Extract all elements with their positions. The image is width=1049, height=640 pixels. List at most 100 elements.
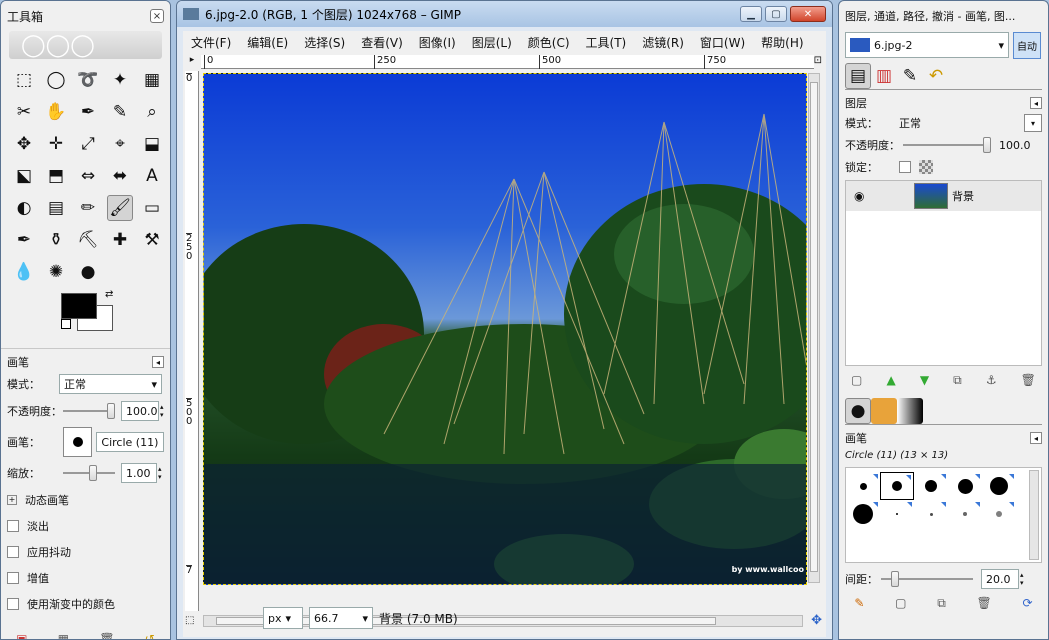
menu-item[interactable]: 窗口(W) bbox=[700, 34, 745, 51]
toolbox-close-button[interactable]: × bbox=[150, 9, 164, 23]
spacing-field[interactable]: 20.0 bbox=[981, 569, 1019, 589]
foreground-color-swatch[interactable] bbox=[61, 293, 97, 319]
tool-icon[interactable]: ▭ bbox=[139, 195, 165, 221]
menu-item[interactable]: 帮助(H) bbox=[761, 34, 803, 51]
brush-item[interactable] bbox=[846, 500, 880, 528]
paths-tab-icon[interactable]: ✎ bbox=[897, 63, 923, 89]
brush-item[interactable] bbox=[914, 472, 948, 500]
tool-icon[interactable]: ⚱ bbox=[43, 227, 69, 253]
tool-icon[interactable]: ⌖ bbox=[107, 131, 133, 157]
image-select[interactable]: 6.jpg-2 ▾ bbox=[845, 32, 1009, 58]
menu-item[interactable]: 图像(I) bbox=[419, 34, 456, 51]
reset-options-icon[interactable]: ↺ bbox=[145, 632, 155, 639]
tool-icon[interactable]: ✂ bbox=[11, 99, 37, 125]
tool-icon[interactable]: ▦ bbox=[139, 67, 165, 93]
brush-item[interactable] bbox=[948, 472, 982, 500]
tool-icon[interactable]: ✦ bbox=[107, 67, 133, 93]
lower-layer-icon[interactable]: ▼ bbox=[920, 373, 929, 387]
unit-select[interactable]: px ▾ bbox=[263, 607, 303, 629]
tool-icon[interactable]: ◐ bbox=[11, 195, 37, 221]
tool-icon[interactable]: ✒ bbox=[11, 227, 37, 253]
channels-tab-icon[interactable]: ▥ bbox=[871, 63, 897, 89]
tool-icon[interactable]: 🖌 bbox=[107, 195, 133, 221]
tool-icon[interactable]: ⬚ bbox=[11, 67, 37, 93]
delete-brush-icon[interactable]: 🗑 bbox=[977, 596, 992, 610]
horizontal-ruler[interactable]: 0 250 500 750 bbox=[201, 55, 814, 69]
brush-preview-button[interactable] bbox=[62, 427, 93, 457]
menu-item[interactable]: 查看(V) bbox=[361, 34, 403, 51]
duplicate-layer-icon[interactable]: ⧉ bbox=[953, 373, 962, 388]
undo-tab-icon[interactable]: ↶ bbox=[923, 63, 949, 89]
brush-item[interactable] bbox=[982, 500, 1016, 528]
layers-opacity-value[interactable]: 100.0 bbox=[999, 139, 1031, 152]
swap-colors-icon[interactable]: ⇄ bbox=[105, 289, 113, 300]
option-checkbox-row[interactable]: 淡出 bbox=[1, 513, 170, 539]
menu-item[interactable]: 选择(S) bbox=[304, 34, 345, 51]
option-checkbox[interactable] bbox=[7, 598, 19, 610]
auto-button[interactable]: 自动 bbox=[1013, 31, 1041, 59]
brush-item-selected[interactable] bbox=[880, 472, 914, 500]
brushes-tab-icon[interactable]: ● bbox=[845, 398, 871, 424]
option-checkbox-row[interactable]: 增值 bbox=[1, 565, 170, 591]
menu-item[interactable]: 图层(L) bbox=[472, 34, 512, 51]
edit-brush-icon[interactable]: ✎ bbox=[854, 596, 864, 610]
ruler-corner[interactable]: ▸ bbox=[185, 55, 199, 69]
brush-item[interactable] bbox=[948, 500, 982, 528]
save-options-icon[interactable]: ▣ bbox=[16, 632, 27, 639]
lock-pixels-checkbox[interactable] bbox=[899, 161, 911, 173]
tool-icon[interactable]: ▤ bbox=[43, 195, 69, 221]
menu-item[interactable]: 编辑(E) bbox=[247, 34, 288, 51]
brush-item[interactable] bbox=[846, 472, 880, 500]
brush-grid-scrollbar[interactable] bbox=[1029, 470, 1039, 560]
tool-icon[interactable]: ✎ bbox=[107, 99, 133, 125]
spacing-slider[interactable] bbox=[881, 571, 973, 587]
tool-icon[interactable]: ➰ bbox=[75, 67, 101, 93]
brush-item[interactable] bbox=[880, 500, 914, 528]
tool-icon[interactable]: ⌕ bbox=[139, 99, 165, 125]
layers-opacity-slider[interactable] bbox=[903, 137, 991, 153]
zoom-corner-icon[interactable]: ⊡ bbox=[814, 55, 822, 66]
tool-icon[interactable]: 💧 bbox=[11, 259, 37, 285]
tool-icon[interactable]: ⬓ bbox=[139, 131, 165, 157]
delete-options-icon[interactable]: 🗑 bbox=[99, 632, 114, 639]
restore-options-icon[interactable]: ▦ bbox=[58, 632, 69, 639]
tool-icon[interactable]: ✛ bbox=[43, 131, 69, 157]
mode-select[interactable]: 正常 ▾ bbox=[59, 374, 162, 394]
tool-icon[interactable]: ✥ bbox=[11, 131, 37, 157]
option-checkbox-row[interactable]: 使用渐变中的颜色 bbox=[1, 591, 170, 617]
tool-icon[interactable]: ✋ bbox=[43, 99, 69, 125]
tool-icon[interactable]: ✏ bbox=[75, 195, 101, 221]
option-checkbox-row[interactable]: 应用抖动 bbox=[1, 539, 170, 565]
brush-name-field[interactable]: Circle (11) bbox=[96, 432, 164, 452]
tool-icon[interactable]: ✺ bbox=[43, 259, 69, 285]
vertical-scroll-thumb[interactable] bbox=[810, 82, 818, 572]
layer-row[interactable]: ◉ 背景 bbox=[846, 181, 1041, 211]
tool-icon[interactable]: ⬒ bbox=[43, 163, 69, 189]
menu-item[interactable]: 颜色(C) bbox=[528, 34, 570, 51]
new-brush-icon[interactable]: ▢ bbox=[895, 596, 906, 610]
menu-item[interactable]: 工具(T) bbox=[586, 34, 627, 51]
opacity-field[interactable]: 100.0 bbox=[121, 401, 159, 421]
tool-icon[interactable]: ✚ bbox=[107, 227, 133, 253]
brush-item[interactable] bbox=[914, 500, 948, 528]
duplicate-brush-icon[interactable]: ⧉ bbox=[937, 596, 946, 611]
image-canvas[interactable]: by www.wallcoo bbox=[203, 73, 807, 585]
anchor-layer-icon[interactable]: ⚓ bbox=[986, 373, 997, 387]
opacity-slider[interactable] bbox=[63, 403, 115, 419]
brushes-menu-icon[interactable]: ◂ bbox=[1030, 432, 1042, 444]
lock-alpha-icon[interactable] bbox=[919, 160, 933, 174]
scale-field[interactable]: 1.00 bbox=[121, 463, 157, 483]
patterns-tab-icon[interactable] bbox=[871, 398, 897, 424]
dynamics-expander[interactable]: + 动态画笔 bbox=[1, 487, 170, 513]
brush-options-menu-icon[interactable]: ◂ bbox=[152, 356, 164, 368]
close-button[interactable]: ✕ bbox=[790, 6, 826, 22]
gradients-tab-icon[interactable] bbox=[897, 398, 923, 424]
tool-icon[interactable]: ◯ bbox=[43, 67, 69, 93]
tool-icon[interactable]: ⤢ bbox=[75, 131, 101, 157]
layers-mode-value[interactable]: 正常 bbox=[899, 115, 1024, 131]
option-checkbox[interactable] bbox=[7, 546, 19, 558]
color-area[interactable]: ⇄ bbox=[61, 289, 170, 344]
eye-icon[interactable]: ◉ bbox=[854, 189, 914, 203]
chevron-down-icon[interactable]: ▾ bbox=[1024, 114, 1042, 132]
tool-icon[interactable]: ⚒ bbox=[139, 227, 165, 253]
